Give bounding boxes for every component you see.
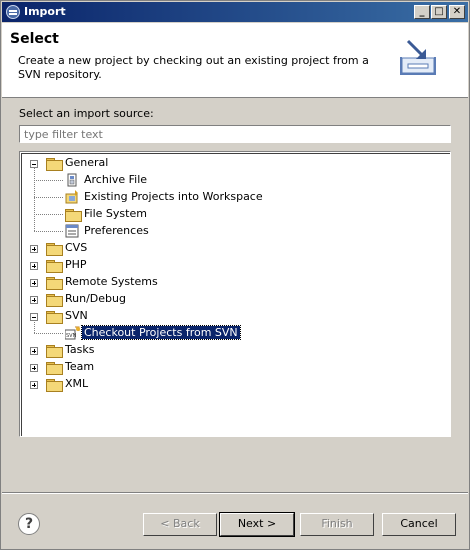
svn-checkout-icon: SVN bbox=[64, 326, 80, 340]
tree-connector-line bbox=[34, 333, 63, 334]
folder-icon bbox=[46, 260, 63, 273]
folder-icon bbox=[46, 294, 63, 307]
tree-item[interactable]: Team bbox=[22, 359, 442, 376]
folder-icon bbox=[46, 277, 63, 290]
expand-icon[interactable] bbox=[30, 296, 38, 304]
window-title: Import bbox=[24, 5, 66, 18]
tree-connector-line bbox=[34, 197, 63, 198]
tree-item-label: XML bbox=[65, 377, 89, 390]
expand-icon[interactable] bbox=[30, 364, 38, 372]
folder-icon bbox=[46, 158, 63, 171]
close-button[interactable]: ✕ bbox=[449, 5, 465, 19]
import-source-label: Select an import source: bbox=[19, 107, 154, 120]
tree-item[interactable]: SVN bbox=[22, 308, 442, 325]
tree-connector-line bbox=[34, 167, 35, 231]
folder-icon bbox=[46, 362, 63, 375]
tree-connector-line bbox=[34, 231, 63, 232]
tree-item[interactable]: PHP bbox=[22, 257, 442, 274]
back-button[interactable]: < Back bbox=[143, 513, 217, 536]
tree-item-label: Remote Systems bbox=[65, 275, 158, 288]
cancel-button[interactable]: Cancel bbox=[382, 513, 456, 536]
tree-item-label: Run/Debug bbox=[65, 292, 126, 305]
folder-icon bbox=[46, 311, 63, 324]
import-source-tree[interactable]: General Archive File Existing Projects int… bbox=[19, 151, 451, 437]
page-description: Create a new project by checking out an … bbox=[18, 54, 369, 81]
wizard-header: Select Create a new project by checking … bbox=[2, 23, 468, 98]
import-dialog: Import _ □ ✕ Select Create a new project… bbox=[0, 0, 470, 550]
tree-viewport: General Archive File Existing Projects int… bbox=[21, 153, 450, 436]
tree-item-label: File System bbox=[84, 207, 147, 220]
tree-item[interactable]: File System bbox=[22, 206, 442, 223]
tree-item[interactable]: SVN Checkout Projects from SVN bbox=[22, 325, 442, 342]
folder-icon bbox=[46, 379, 63, 392]
next-button[interactable]: Next > bbox=[219, 512, 295, 537]
tree-item-label: General bbox=[65, 156, 109, 169]
tree-item[interactable]: General bbox=[22, 155, 442, 172]
button-bar-separator bbox=[2, 492, 468, 494]
minimize-button[interactable]: _ bbox=[414, 5, 430, 19]
expand-icon[interactable] bbox=[30, 347, 38, 355]
tree-item-label: Tasks bbox=[65, 343, 95, 356]
tree-item[interactable]: Preferences bbox=[22, 223, 442, 240]
tree-item[interactable]: Run/Debug bbox=[22, 291, 442, 308]
folder-icon bbox=[65, 209, 82, 222]
folder-icon bbox=[46, 243, 63, 256]
tree-item-label: Team bbox=[65, 360, 95, 373]
tree-item[interactable]: Existing Projects into Workspace bbox=[22, 189, 442, 206]
tree-item[interactable]: Archive File bbox=[22, 172, 442, 189]
expand-icon[interactable] bbox=[30, 262, 38, 270]
tree-item[interactable]: Tasks bbox=[22, 342, 442, 359]
tree-item-label: Existing Projects into Workspace bbox=[84, 190, 263, 203]
expand-icon[interactable] bbox=[30, 245, 38, 253]
tree-item-label: Checkout Projects from SVN bbox=[81, 325, 241, 340]
page-title: Select bbox=[10, 31, 59, 47]
folder-icon bbox=[46, 345, 63, 358]
help-icon[interactable]: ? bbox=[18, 513, 40, 535]
existing-projects-icon bbox=[65, 190, 79, 204]
expand-icon[interactable] bbox=[30, 279, 38, 287]
tree-item-label: SVN bbox=[65, 309, 88, 322]
svg-text:SVN: SVN bbox=[66, 333, 77, 339]
preferences-icon bbox=[65, 224, 79, 238]
filter-input[interactable] bbox=[19, 125, 451, 143]
tree-connector-line bbox=[34, 180, 63, 181]
eclipse-icon bbox=[6, 5, 20, 19]
tree-item-label: Preferences bbox=[84, 224, 149, 237]
tree-item[interactable]: CVS bbox=[22, 240, 442, 257]
finish-button[interactable]: Finish bbox=[300, 513, 374, 536]
tree-item[interactable]: Remote Systems bbox=[22, 274, 442, 291]
import-wizard-icon bbox=[400, 39, 436, 75]
tree-item-label: Archive File bbox=[84, 173, 148, 186]
tree-connector-line bbox=[34, 320, 35, 333]
archive-file-icon bbox=[65, 173, 79, 187]
title-bar[interactable]: Import _ □ ✕ bbox=[2, 2, 468, 22]
tree-item-label: PHP bbox=[65, 258, 87, 271]
expand-icon[interactable] bbox=[30, 381, 38, 389]
tree-connector-line bbox=[34, 214, 63, 215]
tree-item-label: CVS bbox=[65, 241, 88, 254]
maximize-button[interactable]: □ bbox=[431, 5, 447, 19]
tree-item[interactable]: XML bbox=[22, 376, 442, 393]
